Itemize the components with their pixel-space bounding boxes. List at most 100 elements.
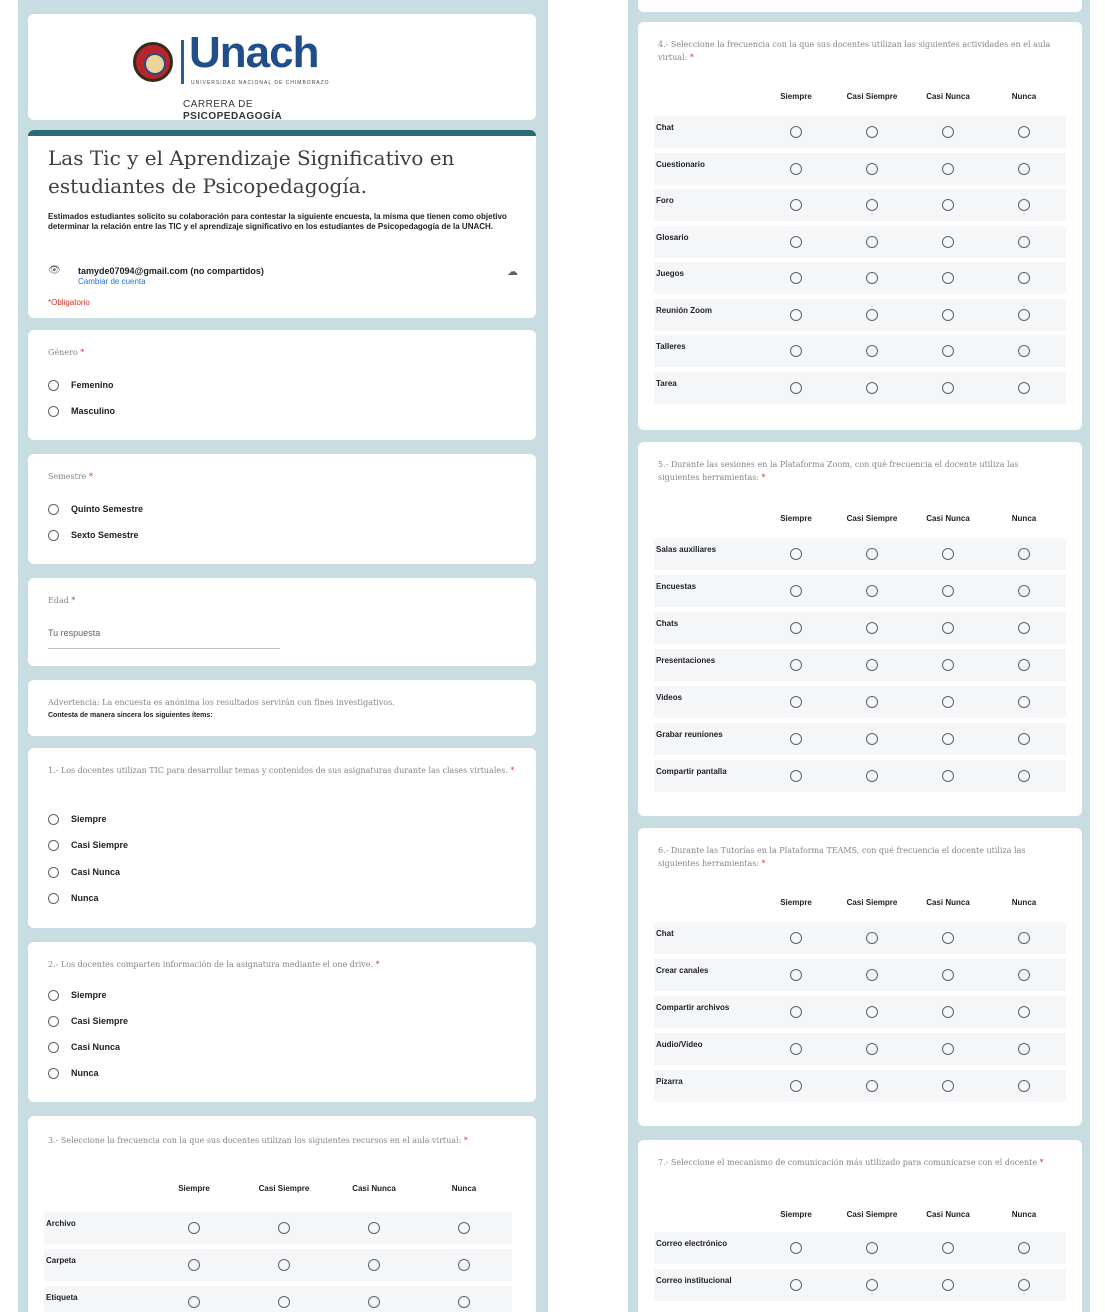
grid-radio-button[interactable] (866, 272, 878, 284)
radio-option[interactable]: Quinto Semestre (48, 502, 143, 516)
radio-button[interactable] (48, 867, 59, 879)
grid-radio-button[interactable] (188, 1296, 200, 1308)
radio-option[interactable]: Casi Siempre (48, 1014, 128, 1028)
grid-radio-button[interactable] (790, 381, 802, 394)
grid-radio-button[interactable] (942, 162, 954, 175)
grid-radio-button[interactable] (866, 622, 878, 634)
grid-radio-button[interactable] (866, 770, 878, 782)
radio-option[interactable]: Sexto Semestre (48, 528, 139, 542)
radio-option[interactable]: Femenino (48, 378, 114, 392)
grid-radio-button[interactable] (1018, 1006, 1030, 1018)
grid-radio-button[interactable] (790, 235, 802, 248)
grid-radio-button[interactable] (866, 345, 878, 357)
grid-radio-button[interactable] (790, 770, 802, 782)
radio-button[interactable] (48, 840, 59, 852)
grid-radio-button[interactable] (790, 199, 802, 211)
grid-radio-button[interactable] (790, 969, 802, 981)
grid-radio-button[interactable] (1018, 696, 1030, 708)
grid-radio-button[interactable] (942, 969, 954, 981)
grid-radio-button[interactable] (866, 548, 878, 560)
grid-radio-button[interactable] (790, 1080, 802, 1092)
grid-radio-button[interactable] (866, 932, 878, 944)
grid-radio-button[interactable] (790, 345, 802, 357)
grid-radio-button[interactable] (790, 1279, 802, 1291)
grid-radio-button[interactable] (866, 235, 878, 248)
grid-radio-button[interactable] (278, 1296, 290, 1308)
grid-radio-button[interactable] (1018, 1279, 1030, 1291)
grid-radio-button[interactable] (942, 932, 954, 944)
radio-option[interactable]: Casi Nunca (48, 865, 120, 879)
grid-radio-button[interactable] (368, 1222, 380, 1234)
grid-radio-button[interactable] (942, 696, 954, 708)
radio-button[interactable] (48, 530, 59, 542)
switch-account-link[interactable]: Cambiar de cuenta (78, 277, 146, 286)
grid-radio-button[interactable] (866, 585, 878, 597)
grid-radio-button[interactable] (188, 1222, 200, 1234)
grid-radio-button[interactable] (942, 272, 954, 284)
grid-radio-button[interactable] (278, 1259, 290, 1271)
grid-radio-button[interactable] (188, 1259, 200, 1271)
radio-button[interactable] (48, 1016, 59, 1028)
grid-radio-button[interactable] (866, 308, 878, 321)
grid-radio-button[interactable] (368, 1296, 380, 1308)
grid-radio-button[interactable] (790, 733, 802, 745)
grid-radio-button[interactable] (866, 162, 878, 175)
radio-option[interactable]: Nunca (48, 1066, 99, 1080)
grid-radio-button[interactable] (278, 1222, 290, 1234)
grid-radio-button[interactable] (1018, 770, 1030, 782)
grid-radio-button[interactable] (1018, 162, 1030, 175)
grid-radio-button[interactable] (790, 622, 802, 634)
grid-radio-button[interactable] (942, 126, 954, 138)
grid-radio-button[interactable] (866, 1080, 878, 1092)
grid-radio-button[interactable] (942, 381, 954, 394)
short-answer-input[interactable]: Tu respuesta (48, 628, 280, 649)
grid-radio-button[interactable] (790, 1006, 802, 1018)
grid-radio-button[interactable] (942, 235, 954, 248)
grid-radio-button[interactable] (866, 126, 878, 138)
grid-radio-button[interactable] (942, 733, 954, 745)
radio-button[interactable] (48, 504, 59, 516)
radio-button[interactable] (48, 380, 59, 392)
grid-radio-button[interactable] (866, 199, 878, 211)
grid-radio-button[interactable] (458, 1296, 470, 1308)
grid-radio-button[interactable] (790, 308, 802, 321)
grid-radio-button[interactable] (790, 659, 802, 671)
radio-button[interactable] (48, 814, 59, 826)
grid-radio-button[interactable] (790, 126, 802, 138)
radio-button[interactable] (48, 990, 59, 1002)
grid-radio-button[interactable] (790, 272, 802, 284)
grid-radio-button[interactable] (942, 1043, 954, 1055)
grid-radio-button[interactable] (942, 1279, 954, 1291)
grid-radio-button[interactable] (942, 1080, 954, 1092)
grid-radio-button[interactable] (942, 345, 954, 357)
grid-radio-button[interactable] (1018, 308, 1030, 321)
grid-radio-button[interactable] (1018, 622, 1030, 634)
radio-button[interactable] (48, 1042, 59, 1054)
grid-radio-button[interactable] (790, 585, 802, 597)
radio-button[interactable] (48, 406, 59, 418)
grid-radio-button[interactable] (1018, 126, 1030, 138)
radio-button[interactable] (48, 893, 59, 905)
radio-option[interactable]: Nunca (48, 891, 99, 905)
grid-radio-button[interactable] (1018, 969, 1030, 981)
grid-radio-button[interactable] (866, 696, 878, 708)
grid-radio-button[interactable] (942, 622, 954, 634)
grid-radio-button[interactable] (866, 1279, 878, 1291)
radio-option[interactable]: Casi Nunca (48, 1040, 120, 1054)
grid-radio-button[interactable] (942, 548, 954, 560)
grid-radio-button[interactable] (1018, 199, 1030, 211)
grid-radio-button[interactable] (790, 162, 802, 175)
grid-radio-button[interactable] (1018, 381, 1030, 394)
grid-radio-button[interactable] (1018, 659, 1030, 671)
radio-option[interactable]: Casi Siempre (48, 838, 128, 852)
grid-radio-button[interactable] (866, 659, 878, 671)
grid-radio-button[interactable] (790, 696, 802, 708)
grid-radio-button[interactable] (942, 659, 954, 671)
grid-radio-button[interactable] (1018, 1043, 1030, 1055)
grid-radio-button[interactable] (458, 1259, 470, 1271)
radio-option[interactable]: Masculino (48, 404, 115, 418)
grid-radio-button[interactable] (942, 585, 954, 597)
grid-radio-button[interactable] (790, 932, 802, 944)
grid-radio-button[interactable] (790, 1242, 802, 1254)
grid-radio-button[interactable] (866, 381, 878, 394)
